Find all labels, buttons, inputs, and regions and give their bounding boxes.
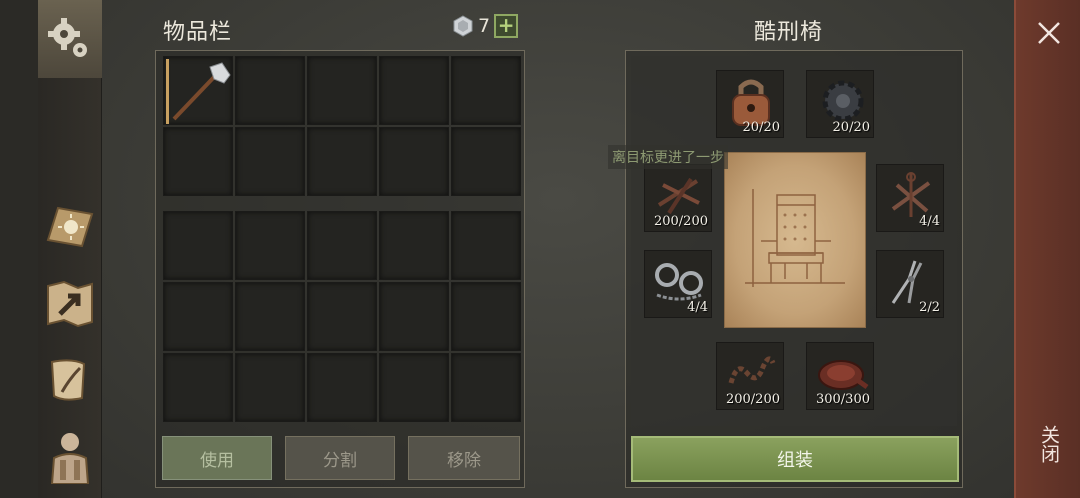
inventory-slot[interactable] bbox=[307, 353, 377, 422]
material-slot-shackles[interactable]: 4/4 bbox=[644, 250, 712, 318]
inventory-slot[interactable] bbox=[379, 282, 449, 351]
material-count: 4/4 bbox=[919, 214, 940, 229]
inventory-slot[interactable] bbox=[451, 127, 521, 196]
inventory-slot[interactable] bbox=[163, 127, 233, 196]
material-slot-pliers[interactable]: 2/2 bbox=[876, 250, 944, 318]
inventory-slot[interactable] bbox=[163, 282, 233, 351]
inventory-slot[interactable] bbox=[163, 211, 233, 280]
split-button[interactable]: 分割 bbox=[285, 436, 395, 480]
material-slot-chain[interactable]: 200/200 bbox=[716, 342, 784, 410]
inventory-slot[interactable] bbox=[451, 56, 521, 125]
material-count: 200/200 bbox=[653, 214, 708, 229]
inventory-slot[interactable] bbox=[379, 127, 449, 196]
map-icon[interactable] bbox=[42, 276, 98, 332]
inventory-slot[interactable] bbox=[163, 353, 233, 422]
material-slot-rack[interactable]: 4/4 bbox=[876, 164, 944, 232]
blueprint-image bbox=[724, 152, 866, 328]
day-book-icon[interactable] bbox=[42, 200, 98, 256]
settings-tab[interactable] bbox=[38, 0, 102, 78]
material-count: 4/4 bbox=[687, 300, 708, 315]
currency-count: 7 bbox=[478, 15, 491, 37]
material-count: 300/300 bbox=[815, 392, 870, 407]
inventory-slot[interactable] bbox=[307, 282, 377, 351]
assemble-button[interactable]: 组装 bbox=[631, 436, 959, 482]
inventory-slot[interactable] bbox=[235, 211, 305, 280]
gem-icon bbox=[453, 15, 473, 37]
progress-tooltip: 离目标更进了一步 bbox=[608, 145, 728, 169]
material-count: 200/200 bbox=[725, 392, 780, 407]
material-slot-nails[interactable]: 200/200 bbox=[644, 164, 712, 232]
inventory-slot[interactable] bbox=[451, 211, 521, 280]
material-count: 2/2 bbox=[919, 300, 940, 315]
inventory-slot[interactable] bbox=[379, 211, 449, 280]
gears-icon bbox=[48, 18, 87, 57]
material-slot-padlock[interactable]: 20/20 bbox=[716, 70, 784, 138]
material-slot-gear[interactable]: 20/20 bbox=[806, 70, 874, 138]
inventory-slot[interactable] bbox=[235, 353, 305, 422]
hammer-icon[interactable] bbox=[164, 57, 234, 126]
remove-button[interactable]: 移除 bbox=[408, 436, 520, 480]
inventory-slot[interactable] bbox=[307, 211, 377, 280]
inventory-grid-bottom bbox=[163, 211, 521, 422]
chair-blueprint-icon bbox=[745, 189, 845, 287]
inventory-slot[interactable] bbox=[379, 353, 449, 422]
inventory-grid-top bbox=[163, 56, 521, 196]
inventory-slot[interactable] bbox=[235, 282, 305, 351]
inventory-slot[interactable] bbox=[379, 56, 449, 125]
inventory-slot[interactable] bbox=[307, 127, 377, 196]
close-label[interactable]: 关闭 bbox=[1038, 425, 1060, 463]
inventory-slot[interactable] bbox=[307, 56, 377, 125]
character-icon[interactable] bbox=[42, 428, 98, 484]
material-slot-leather[interactable]: 300/300 bbox=[806, 342, 874, 410]
crafting-title: 酷刑椅 bbox=[754, 20, 824, 45]
scroll-quill-icon[interactable] bbox=[42, 352, 98, 408]
currency-row: 7 + bbox=[452, 14, 519, 38]
add-currency-button[interactable]: + bbox=[494, 14, 519, 38]
material-count: 20/20 bbox=[742, 120, 780, 135]
inventory-slot[interactable] bbox=[235, 127, 305, 196]
material-count: 20/20 bbox=[832, 120, 870, 135]
use-button[interactable]: 使用 bbox=[162, 436, 272, 480]
close-icon[interactable] bbox=[1034, 18, 1064, 48]
inventory-slot[interactable] bbox=[451, 353, 521, 422]
inventory-slot[interactable] bbox=[451, 282, 521, 351]
inventory-slot[interactable] bbox=[163, 56, 233, 125]
close-panel[interactable]: 关闭 bbox=[1014, 0, 1080, 498]
inventory-slot[interactable] bbox=[235, 56, 305, 125]
inventory-title: 物品栏 bbox=[163, 20, 233, 45]
main-panel: 物品栏 7 + 使用 分割 移除 酷刑椅 20/20 20/20 200/200… bbox=[102, 0, 1014, 498]
sidebar bbox=[38, 0, 102, 498]
left-edge bbox=[0, 0, 38, 498]
